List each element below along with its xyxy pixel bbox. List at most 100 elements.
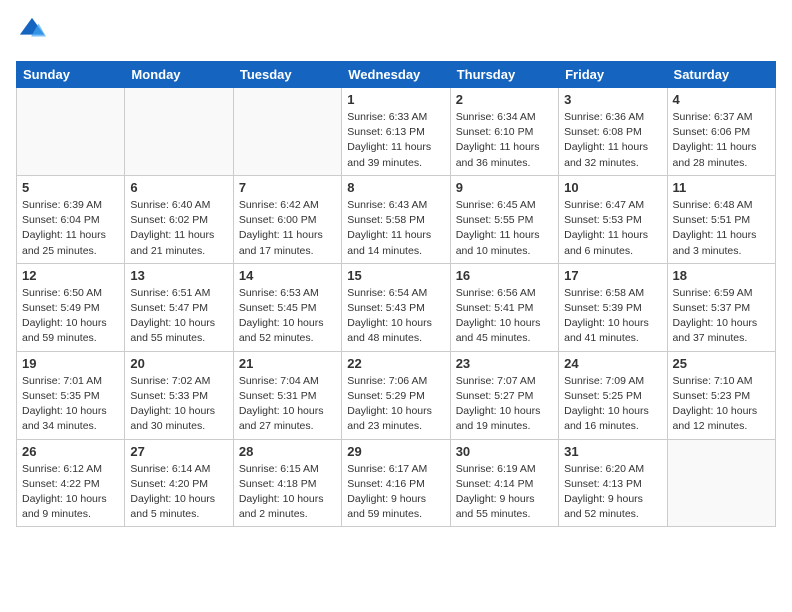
day-info: Sunrise: 6:12 AM Sunset: 4:22 PM Dayligh… [22,462,119,523]
day-info: Sunrise: 6:50 AM Sunset: 5:49 PM Dayligh… [22,286,119,347]
day-number: 4 [673,92,770,107]
calendar-cell: 19 Sunrise: 7:01 AM Sunset: 5:35 PM Dayli… [17,351,125,439]
day-info: Sunrise: 6:54 AM Sunset: 5:43 PM Dayligh… [347,286,444,347]
calendar-cell: 10 Sunrise: 6:47 AM Sunset: 5:53 PM Dayli… [559,175,667,263]
day-info: Sunrise: 6:14 AM Sunset: 4:20 PM Dayligh… [130,462,227,523]
calendar-cell: 26 Sunrise: 6:12 AM Sunset: 4:22 PM Dayli… [17,439,125,527]
weekday-header-saturday: Saturday [667,62,775,88]
day-info: Sunrise: 6:43 AM Sunset: 5:58 PM Dayligh… [347,198,444,259]
weekday-header-row: SundayMondayTuesdayWednesdayThursdayFrid… [17,62,776,88]
day-info: Sunrise: 6:47 AM Sunset: 5:53 PM Dayligh… [564,198,661,259]
calendar-cell: 8Sunrise: 6:43 AM Sunset: 5:58 PM Daylig… [342,175,450,263]
day-number: 13 [130,268,227,283]
calendar-cell: 23 Sunrise: 7:07 AM Sunset: 5:27 PM Dayli… [450,351,558,439]
day-info: Sunrise: 6:48 AM Sunset: 5:51 PM Dayligh… [673,198,770,259]
day-number: 19 [22,356,119,371]
day-number: 14 [239,268,336,283]
day-info: Sunrise: 7:01 AM Sunset: 5:35 PM Dayligh… [22,374,119,435]
calendar-cell: 18Sunrise: 6:59 AM Sunset: 5:37 PM Dayli… [667,263,775,351]
weekday-header-wednesday: Wednesday [342,62,450,88]
calendar-cell: 2Sunrise: 6:34 AM Sunset: 6:10 PM Daylig… [450,88,558,176]
day-info: Sunrise: 6:20 AM Sunset: 4:13 PM Dayligh… [564,462,661,523]
calendar-cell: 30Sunrise: 6:19 AM Sunset: 4:14 PM Dayli… [450,439,558,527]
calendar-week-row: 26 Sunrise: 6:12 AM Sunset: 4:22 PM Dayli… [17,439,776,527]
day-info: Sunrise: 6:37 AM Sunset: 6:06 PM Dayligh… [673,110,770,171]
day-info: Sunrise: 6:53 AM Sunset: 5:45 PM Dayligh… [239,286,336,347]
logo [16,16,46,49]
calendar-week-row: 1Sunrise: 6:33 AM Sunset: 6:13 PM Daylig… [17,88,776,176]
calendar-week-row: 19 Sunrise: 7:01 AM Sunset: 5:35 PM Dayli… [17,351,776,439]
day-number: 29 [347,444,444,459]
weekday-header-monday: Monday [125,62,233,88]
calendar-cell: 9 Sunrise: 6:45 AM Sunset: 5:55 PM Daylig… [450,175,558,263]
day-info: Sunrise: 7:10 AM Sunset: 5:23 PM Dayligh… [673,374,770,435]
day-number: 23 [456,356,553,371]
calendar-cell: 21 Sunrise: 7:04 AM Sunset: 5:31 PM Dayli… [233,351,341,439]
day-number: 25 [673,356,770,371]
page-header [16,16,776,49]
day-number: 18 [673,268,770,283]
day-info: Sunrise: 7:02 AM Sunset: 5:33 PM Dayligh… [130,374,227,435]
day-info: Sunrise: 7:06 AM Sunset: 5:29 PM Dayligh… [347,374,444,435]
day-info: Sunrise: 7:07 AM Sunset: 5:27 PM Dayligh… [456,374,553,435]
calendar-cell: 16 Sunrise: 6:56 AM Sunset: 5:41 PM Dayli… [450,263,558,351]
calendar-cell: 28Sunrise: 6:15 AM Sunset: 4:18 PM Dayli… [233,439,341,527]
day-info: Sunrise: 6:36 AM Sunset: 6:08 PM Dayligh… [564,110,661,171]
day-info: Sunrise: 6:56 AM Sunset: 5:41 PM Dayligh… [456,286,553,347]
logo-icon [18,16,46,44]
calendar-cell: 11Sunrise: 6:48 AM Sunset: 5:51 PM Dayli… [667,175,775,263]
weekday-header-tuesday: Tuesday [233,62,341,88]
day-number: 9 [456,180,553,195]
calendar-table: SundayMondayTuesdayWednesdayThursdayFrid… [16,61,776,527]
calendar-cell: 13 Sunrise: 6:51 AM Sunset: 5:47 PM Dayli… [125,263,233,351]
calendar-cell [17,88,125,176]
calendar-cell: 4 Sunrise: 6:37 AM Sunset: 6:06 PM Daylig… [667,88,775,176]
day-info: Sunrise: 6:51 AM Sunset: 5:47 PM Dayligh… [130,286,227,347]
calendar-cell: 3 Sunrise: 6:36 AM Sunset: 6:08 PM Daylig… [559,88,667,176]
calendar-week-row: 5Sunrise: 6:39 AM Sunset: 6:04 PM Daylig… [17,175,776,263]
day-number: 2 [456,92,553,107]
calendar-cell: 20 Sunrise: 7:02 AM Sunset: 5:33 PM Dayli… [125,351,233,439]
day-number: 30 [456,444,553,459]
calendar-cell: 5Sunrise: 6:39 AM Sunset: 6:04 PM Daylig… [17,175,125,263]
day-number: 1 [347,92,444,107]
day-number: 31 [564,444,661,459]
calendar-cell: 6 Sunrise: 6:40 AM Sunset: 6:02 PM Daylig… [125,175,233,263]
day-info: Sunrise: 6:17 AM Sunset: 4:16 PM Dayligh… [347,462,444,523]
calendar-cell [667,439,775,527]
day-number: 12 [22,268,119,283]
day-number: 17 [564,268,661,283]
day-info: Sunrise: 6:42 AM Sunset: 6:00 PM Dayligh… [239,198,336,259]
calendar-cell: 12 Sunrise: 6:50 AM Sunset: 5:49 PM Dayli… [17,263,125,351]
day-number: 24 [564,356,661,371]
day-info: Sunrise: 6:40 AM Sunset: 6:02 PM Dayligh… [130,198,227,259]
calendar-cell: 24 Sunrise: 7:09 AM Sunset: 5:25 PM Dayli… [559,351,667,439]
day-number: 21 [239,356,336,371]
day-number: 15 [347,268,444,283]
calendar-cell: 22Sunrise: 7:06 AM Sunset: 5:29 PM Dayli… [342,351,450,439]
calendar-cell: 25 Sunrise: 7:10 AM Sunset: 5:23 PM Dayli… [667,351,775,439]
day-number: 3 [564,92,661,107]
day-number: 16 [456,268,553,283]
weekday-header-sunday: Sunday [17,62,125,88]
calendar-cell: 1Sunrise: 6:33 AM Sunset: 6:13 PM Daylig… [342,88,450,176]
day-number: 20 [130,356,227,371]
day-info: Sunrise: 6:15 AM Sunset: 4:18 PM Dayligh… [239,462,336,523]
calendar-week-row: 12 Sunrise: 6:50 AM Sunset: 5:49 PM Dayli… [17,263,776,351]
day-number: 10 [564,180,661,195]
day-info: Sunrise: 7:04 AM Sunset: 5:31 PM Dayligh… [239,374,336,435]
day-number: 27 [130,444,227,459]
calendar-cell: 7 Sunrise: 6:42 AM Sunset: 6:00 PM Daylig… [233,175,341,263]
calendar-cell: 14 Sunrise: 6:53 AM Sunset: 5:45 PM Dayli… [233,263,341,351]
day-info: Sunrise: 7:09 AM Sunset: 5:25 PM Dayligh… [564,374,661,435]
weekday-header-thursday: Thursday [450,62,558,88]
day-number: 5 [22,180,119,195]
day-number: 26 [22,444,119,459]
day-number: 6 [130,180,227,195]
weekday-header-friday: Friday [559,62,667,88]
day-number: 7 [239,180,336,195]
day-info: Sunrise: 6:45 AM Sunset: 5:55 PM Dayligh… [456,198,553,259]
calendar-cell [125,88,233,176]
day-info: Sunrise: 6:58 AM Sunset: 5:39 PM Dayligh… [564,286,661,347]
calendar-cell: 27 Sunrise: 6:14 AM Sunset: 4:20 PM Dayli… [125,439,233,527]
